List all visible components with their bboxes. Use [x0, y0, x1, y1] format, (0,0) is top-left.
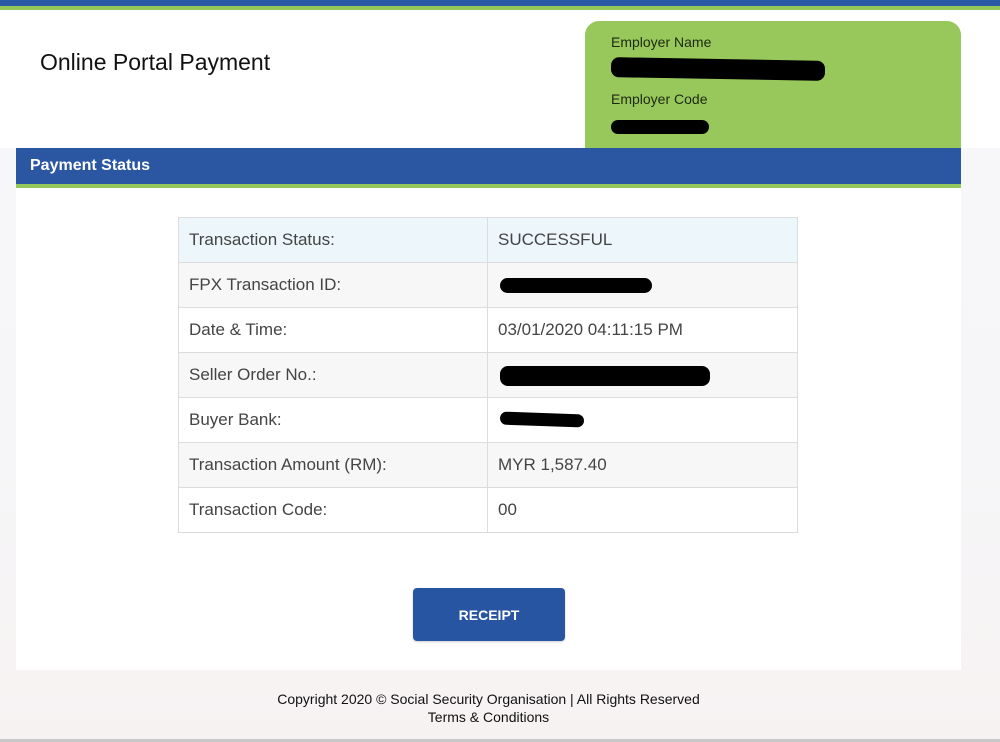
employer-name-label: Employer Name	[611, 34, 712, 50]
buyer-bank-redaction	[499, 411, 585, 428]
employer-name-redaction	[610, 57, 826, 81]
receipt-button[interactable]: RECEIPT	[413, 588, 565, 641]
payment-status-panel: Transaction Status: SUCCESSFUL FPX Trans…	[16, 188, 961, 670]
page-footer: Copyright 2020 © Social Security Organis…	[0, 690, 977, 726]
buyer-bank-label: Buyer Bank:	[178, 397, 488, 443]
fpx-id-redaction	[500, 278, 652, 293]
section-title: Payment Status	[30, 157, 151, 174]
transaction-amount-label: Transaction Amount (RM):	[178, 442, 488, 488]
table-row: Seller Order No.:	[178, 352, 798, 398]
copyright-text: Copyright 2020 © Social Security Organis…	[277, 691, 700, 707]
table-row: Transaction Status: SUCCESSFUL	[178, 217, 798, 263]
transaction-code-value: 00	[487, 487, 798, 533]
page-title: Online Portal Payment	[40, 49, 271, 75]
fpx-transaction-id-label: FPX Transaction ID:	[178, 262, 488, 308]
table-row: Transaction Code: 00	[178, 487, 798, 533]
transaction-status-value: SUCCESSFUL	[487, 217, 798, 263]
transaction-details-table: Transaction Status: SUCCESSFUL FPX Trans…	[178, 217, 798, 533]
table-row: Transaction Amount (RM): MYR 1,587.40	[178, 442, 798, 488]
date-time-label: Date & Time:	[178, 307, 488, 353]
employer-code-label: Employer Code	[611, 91, 708, 107]
terms-link[interactable]: Terms & Conditions	[428, 709, 549, 725]
employer-code-redaction	[611, 120, 709, 134]
table-row: Buyer Bank:	[178, 397, 798, 443]
buyer-bank-value	[487, 397, 798, 443]
seller-order-label: Seller Order No.:	[178, 352, 488, 398]
payment-page: Online Portal Payment Employer Name Empl…	[0, 0, 1000, 742]
section-header-bar: Payment Status	[16, 148, 961, 184]
employer-info-panel: Employer Name Employer Code	[585, 21, 961, 148]
transaction-code-label: Transaction Code:	[178, 487, 488, 533]
transaction-status-label: Transaction Status:	[178, 217, 488, 263]
date-time-value: 03/01/2020 04:11:15 PM	[487, 307, 798, 353]
fpx-transaction-id-value	[487, 262, 798, 308]
seller-order-redaction	[500, 366, 710, 386]
table-row: FPX Transaction ID:	[178, 262, 798, 308]
seller-order-value	[487, 352, 798, 398]
table-row: Date & Time: 03/01/2020 04:11:15 PM	[178, 307, 798, 353]
transaction-amount-value: MYR 1,587.40	[487, 442, 798, 488]
